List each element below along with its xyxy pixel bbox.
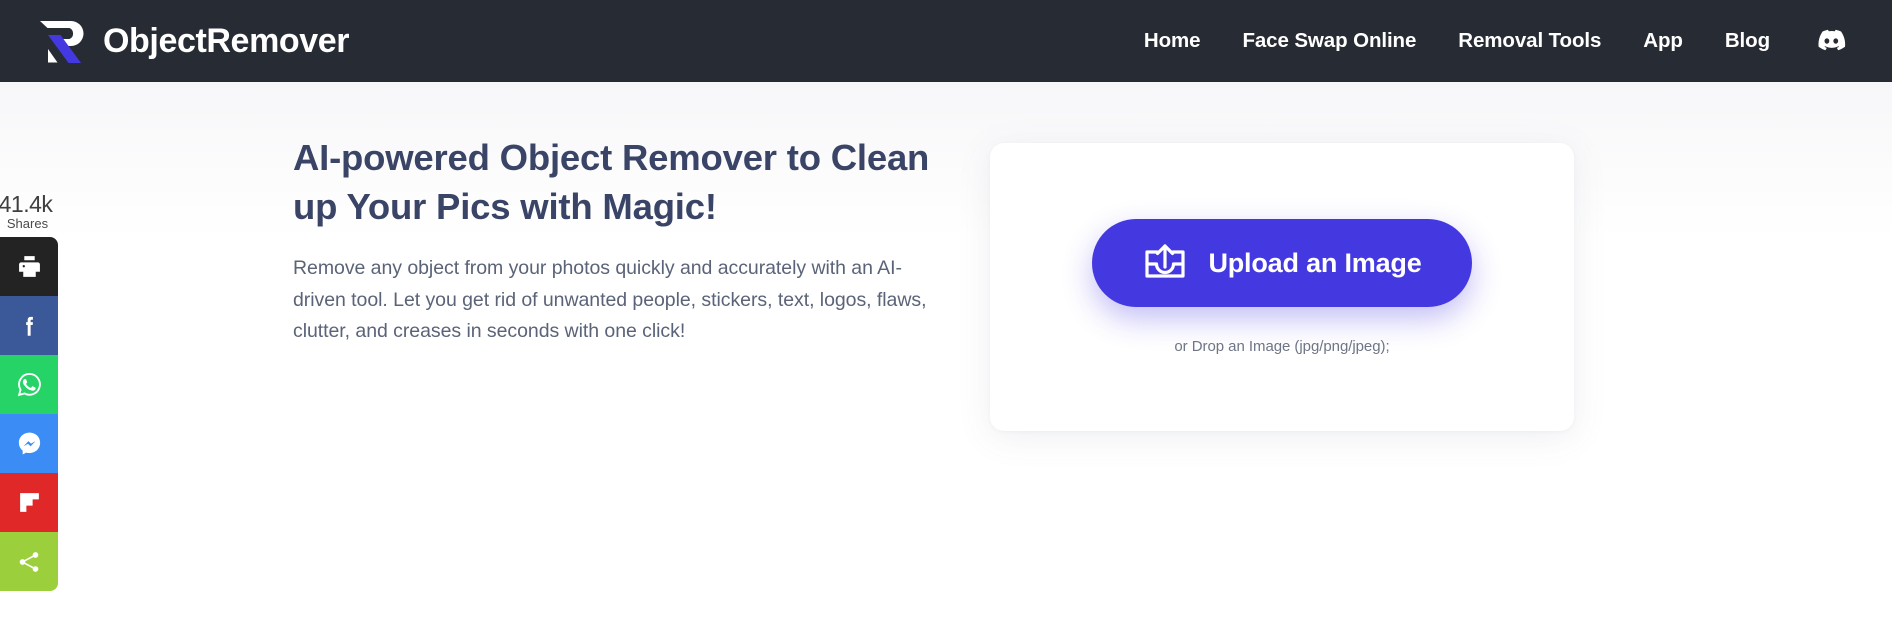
nav-item-face-swap-online[interactable]: Face Swap Online: [1242, 21, 1416, 61]
hero-copy-block: AI-powered Object Remover to Clean up Yo…: [293, 134, 953, 348]
site-header: ObjectRemover Home Face Swap Online Remo…: [0, 0, 1892, 82]
share-nodes-icon: [19, 551, 39, 572]
nav-item-blog[interactable]: Blog: [1725, 21, 1770, 61]
share-buttons-group: [0, 237, 58, 592]
messenger-icon: [18, 432, 40, 455]
brand-logo-link[interactable]: ObjectRemover: [38, 18, 350, 64]
share-count-label: Shares: [6, 216, 49, 232]
nav-item-home[interactable]: Home: [1144, 21, 1201, 61]
upload-dropzone-card[interactable]: Upload an Image or Drop an Image (jpg/pn…: [990, 143, 1574, 431]
drop-image-hint: or Drop an Image (jpg/png/jpeg);: [1174, 338, 1390, 355]
discord-icon: [1818, 29, 1846, 51]
objectremover-r-logo-icon: [40, 21, 84, 63]
social-share-rail: 41.4k Shares: [0, 192, 58, 592]
share-count-block: 41.4k Shares: [0, 192, 58, 237]
share-button-whatsapp[interactable]: [0, 355, 58, 415]
page-title: AI-powered Object Remover to Clean up Yo…: [293, 137, 930, 227]
hero-description: Remove any object from your photos quick…: [293, 257, 927, 343]
share-button-more[interactable]: [0, 532, 58, 592]
share-button-facebook[interactable]: [0, 296, 58, 356]
upload-button-label: Upload an Image: [1208, 247, 1422, 278]
flipboard-icon: [19, 493, 39, 512]
facebook-icon: [26, 316, 33, 336]
upload-an-image-button[interactable]: Upload an Image: [1092, 219, 1472, 307]
nav-item-app[interactable]: App: [1643, 21, 1683, 61]
nav-item-discord[interactable]: [1814, 25, 1846, 57]
brand-name: ObjectRemover: [103, 21, 350, 60]
share-button-flipboard[interactable]: [0, 473, 58, 533]
main-navigation: Home Face Swap Online Removal Tools App …: [1144, 21, 1846, 61]
share-button-messenger[interactable]: [0, 414, 58, 474]
main-content: AI-powered Object Remover to Clean up Yo…: [0, 82, 1892, 639]
whatsapp-icon: [17, 373, 41, 397]
share-button-print[interactable]: [0, 237, 58, 297]
printer-icon: [18, 256, 40, 277]
upload-tray-arrow-icon: [1145, 244, 1186, 278]
share-count-number: 41.4k: [0, 191, 53, 217]
nav-item-removal-tools[interactable]: Removal Tools: [1458, 21, 1601, 61]
